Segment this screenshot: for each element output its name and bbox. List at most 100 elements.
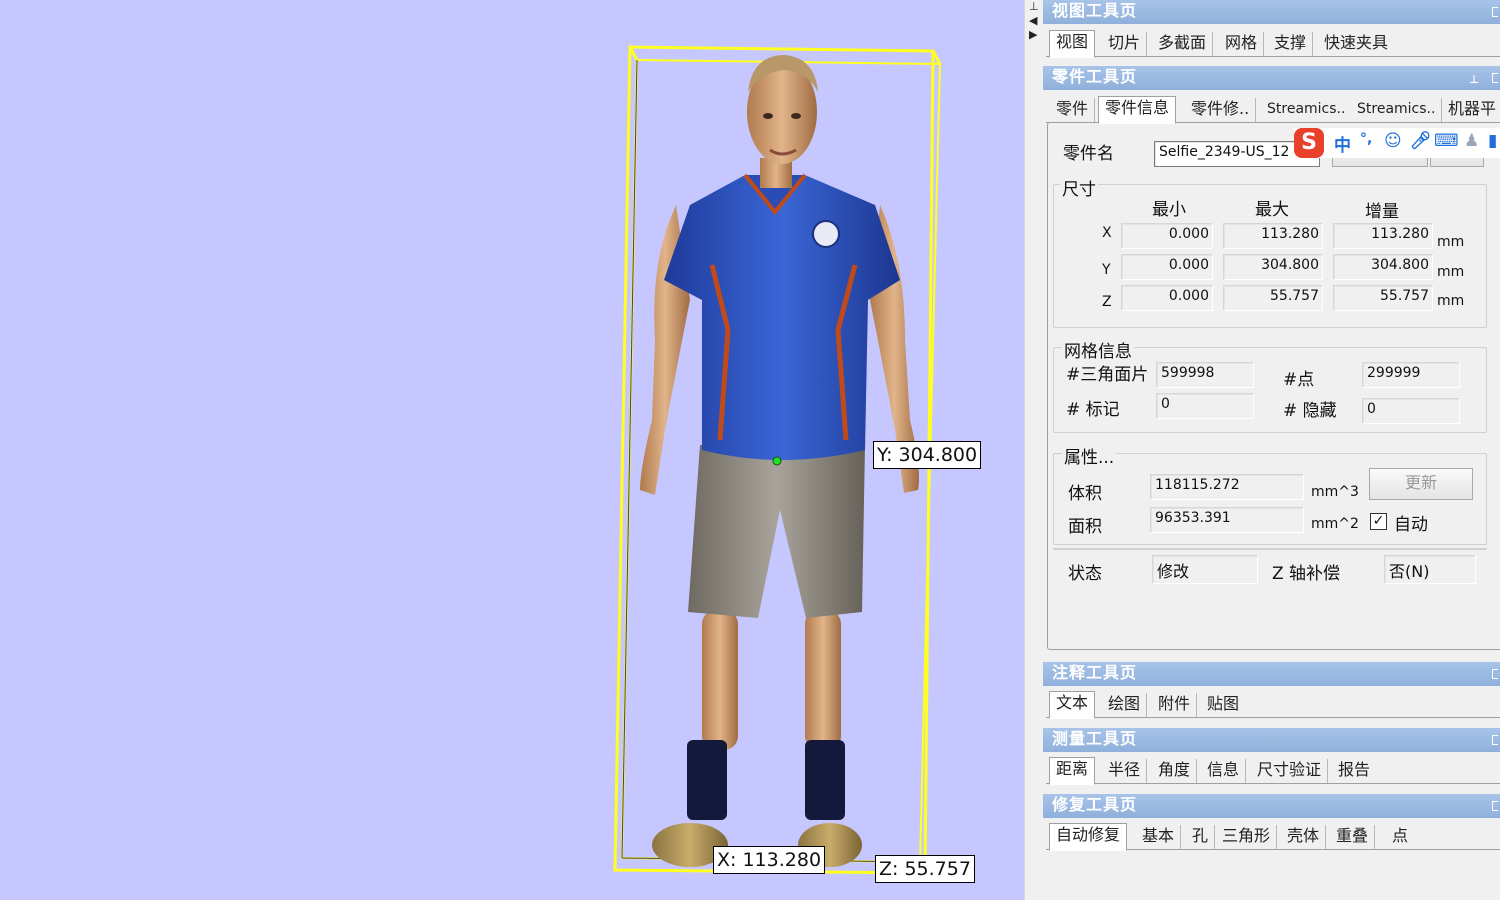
collapse-icon[interactable] xyxy=(1492,735,1498,745)
update-button[interactable]: 更新 xyxy=(1369,468,1473,500)
col-max-header: 最大 xyxy=(1255,200,1289,220)
tab-basic[interactable]: 基本 xyxy=(1136,825,1182,849)
marks-field: 0 xyxy=(1156,393,1254,419)
volume-label: 体积 xyxy=(1068,484,1102,504)
hidden-label: # 隐藏 xyxy=(1283,401,1337,421)
tab-holes[interactable]: 孔 xyxy=(1186,825,1216,849)
tab-slice[interactable]: 切片 xyxy=(1102,32,1148,56)
volume-unit: mm^3 xyxy=(1311,484,1359,500)
tab-texture[interactable]: 贴图 xyxy=(1201,693,1246,717)
smiley-icon[interactable]: ☺ xyxy=(1384,131,1402,151)
annotation-tabbar: 文本 绘图 附件 贴图 xyxy=(1046,690,1500,719)
part-tabbar: 零件 零件信息 零件修.. Streamics.. Streamics.. 机器… xyxy=(1046,95,1500,124)
area-field: 96353.391 xyxy=(1150,507,1304,533)
fix-tabbar: 自动修复 基本 孔 三角形 壳体 重叠 点 xyxy=(1046,822,1500,851)
properties-title: 属性... xyxy=(1062,443,1117,468)
measure-tabbar: 距离 半径 角度 信息 尺寸验证 报告 xyxy=(1046,756,1500,785)
points-field: 299999 xyxy=(1362,362,1460,388)
x-dimension-label: X: 113.280 xyxy=(713,846,826,874)
tab-streamics-1[interactable]: Streamics.. xyxy=(1261,98,1353,122)
part-pane-title: 零件工具页 xyxy=(1052,67,1138,86)
tab-angle[interactable]: 角度 xyxy=(1152,759,1198,783)
collapse-icon[interactable] xyxy=(1492,73,1498,83)
view-pane-title: 视图工具页 xyxy=(1052,1,1138,20)
triangles-label: #三角面片 xyxy=(1066,365,1149,385)
view-pane-header[interactable]: 视图工具页 xyxy=(1043,0,1500,24)
y-max-field: 304.800 xyxy=(1223,254,1323,280)
tab-shells[interactable]: 壳体 xyxy=(1281,825,1327,849)
tab-radius[interactable]: 半径 xyxy=(1102,759,1148,783)
tab-info[interactable]: 信息 xyxy=(1201,759,1247,783)
fix-pane-title: 修复工具页 xyxy=(1052,795,1138,814)
measure-pane-title: 测量工具页 xyxy=(1052,729,1138,748)
tab-streamics-2[interactable]: Streamics.. xyxy=(1351,98,1443,122)
tab-distance[interactable]: 距离 xyxy=(1049,757,1096,785)
area-unit: mm^2 xyxy=(1311,516,1359,532)
hidden-field: 0 xyxy=(1362,398,1460,424)
tab-attachment[interactable]: 附件 xyxy=(1152,693,1198,717)
triangles-field: 599998 xyxy=(1156,362,1254,388)
collapse-icon[interactable] xyxy=(1492,801,1498,811)
tab-view[interactable]: 视图 xyxy=(1049,30,1096,58)
ime-mode-chinese[interactable]: 中 xyxy=(1334,131,1351,156)
tab-drawing[interactable]: 绘图 xyxy=(1102,693,1148,717)
tab-machine-platform[interactable]: 机器平 xyxy=(1442,98,1500,122)
tab-overlap[interactable]: 重叠 xyxy=(1330,825,1376,849)
z-dimension-label: Z: 55.757 xyxy=(875,855,975,883)
z-delta-field: 55.757 xyxy=(1333,285,1433,311)
collapse-arrow-icon[interactable]: ◀ xyxy=(1029,14,1037,27)
tab-points[interactable]: 点 xyxy=(1386,825,1415,849)
part-pane-header[interactable]: 零件工具页 ⊥ xyxy=(1043,66,1500,90)
microphone-icon[interactable]: 🎤︎ xyxy=(1410,131,1432,151)
y-delta-field: 304.800 xyxy=(1333,254,1433,280)
panel-splitter[interactable]: ⊥ ◀ ▶ xyxy=(1024,0,1042,900)
collapse-icon[interactable] xyxy=(1492,669,1498,679)
ime-logo-icon[interactable]: S xyxy=(1294,128,1324,158)
size-group-title: 尺寸 xyxy=(1060,175,1098,200)
tab-report[interactable]: 报告 xyxy=(1332,759,1377,783)
fix-pane-header[interactable]: 修复工具页 xyxy=(1043,794,1500,818)
tab-part[interactable]: 零件 xyxy=(1050,98,1096,122)
tab-part-info[interactable]: 零件信息 xyxy=(1098,96,1177,124)
tab-grid[interactable]: 网格 xyxy=(1219,32,1265,56)
marks-label: # 标记 xyxy=(1066,400,1120,420)
auto-checkbox[interactable]: ✓ xyxy=(1370,513,1387,530)
tab-auto-fix[interactable]: 自动修复 xyxy=(1049,823,1128,851)
shirt-icon[interactable]: ▮ xyxy=(1488,131,1497,151)
y-dimension-label: Y: 304.800 xyxy=(873,441,982,469)
tab-text[interactable]: 文本 xyxy=(1049,691,1096,719)
z-min-field: 0.000 xyxy=(1121,285,1213,311)
auto-label: 自动 xyxy=(1394,515,1428,535)
tab-dimension-check[interactable]: 尺寸验证 xyxy=(1251,759,1329,783)
ime-punctuation-icon[interactable]: °, xyxy=(1360,131,1372,147)
z-max-field: 55.757 xyxy=(1223,285,1323,311)
pin-icon[interactable]: ⊥ xyxy=(1469,69,1480,91)
scene-canvas[interactable] xyxy=(0,0,1024,900)
ime-toolbar[interactable]: S 中 °, ☺ 🎤︎ ⌨ ♟ ▮ xyxy=(1294,128,1500,158)
measure-pane-header[interactable]: 测量工具页 xyxy=(1043,728,1500,752)
status-label: 状态 xyxy=(1068,564,1102,584)
z-unit: mm xyxy=(1437,293,1465,309)
volume-field: 118115.272 xyxy=(1150,474,1304,500)
mesh-info-title: 网格信息 xyxy=(1062,337,1134,362)
collapse-icon[interactable] xyxy=(1492,7,1498,17)
col-delta-header: 增量 xyxy=(1365,202,1399,222)
tab-multi-section[interactable]: 多截面 xyxy=(1152,32,1214,56)
tab-quick-fixture[interactable]: 快速夹具 xyxy=(1318,32,1395,56)
z-compensation-field[interactable]: 否(N) xyxy=(1384,555,1476,584)
user-icon[interactable]: ♟ xyxy=(1464,131,1479,151)
area-label: 面积 xyxy=(1068,517,1102,537)
tab-part-fix[interactable]: 零件修.. xyxy=(1185,98,1257,122)
expand-arrow-icon[interactable]: ▶ xyxy=(1029,28,1037,41)
3d-viewport[interactable]: Y: 304.800 X: 113.280 Z: 55.757 xyxy=(0,0,1024,900)
x-min-field: 0.000 xyxy=(1121,223,1213,249)
z-compensation-label: Z 轴补偿 xyxy=(1272,564,1341,584)
keyboard-icon[interactable]: ⌨ xyxy=(1434,131,1459,151)
x-max-field: 113.280 xyxy=(1223,223,1323,249)
tab-support[interactable]: 支撑 xyxy=(1268,32,1314,56)
axis-z-label: Z xyxy=(1102,294,1112,310)
annotation-pane-header[interactable]: 注释工具页 xyxy=(1043,662,1500,686)
tab-triangles[interactable]: 三角形 xyxy=(1216,825,1278,849)
y-unit: mm xyxy=(1437,264,1465,280)
pin-icon[interactable]: ⊥ xyxy=(1029,0,1039,13)
